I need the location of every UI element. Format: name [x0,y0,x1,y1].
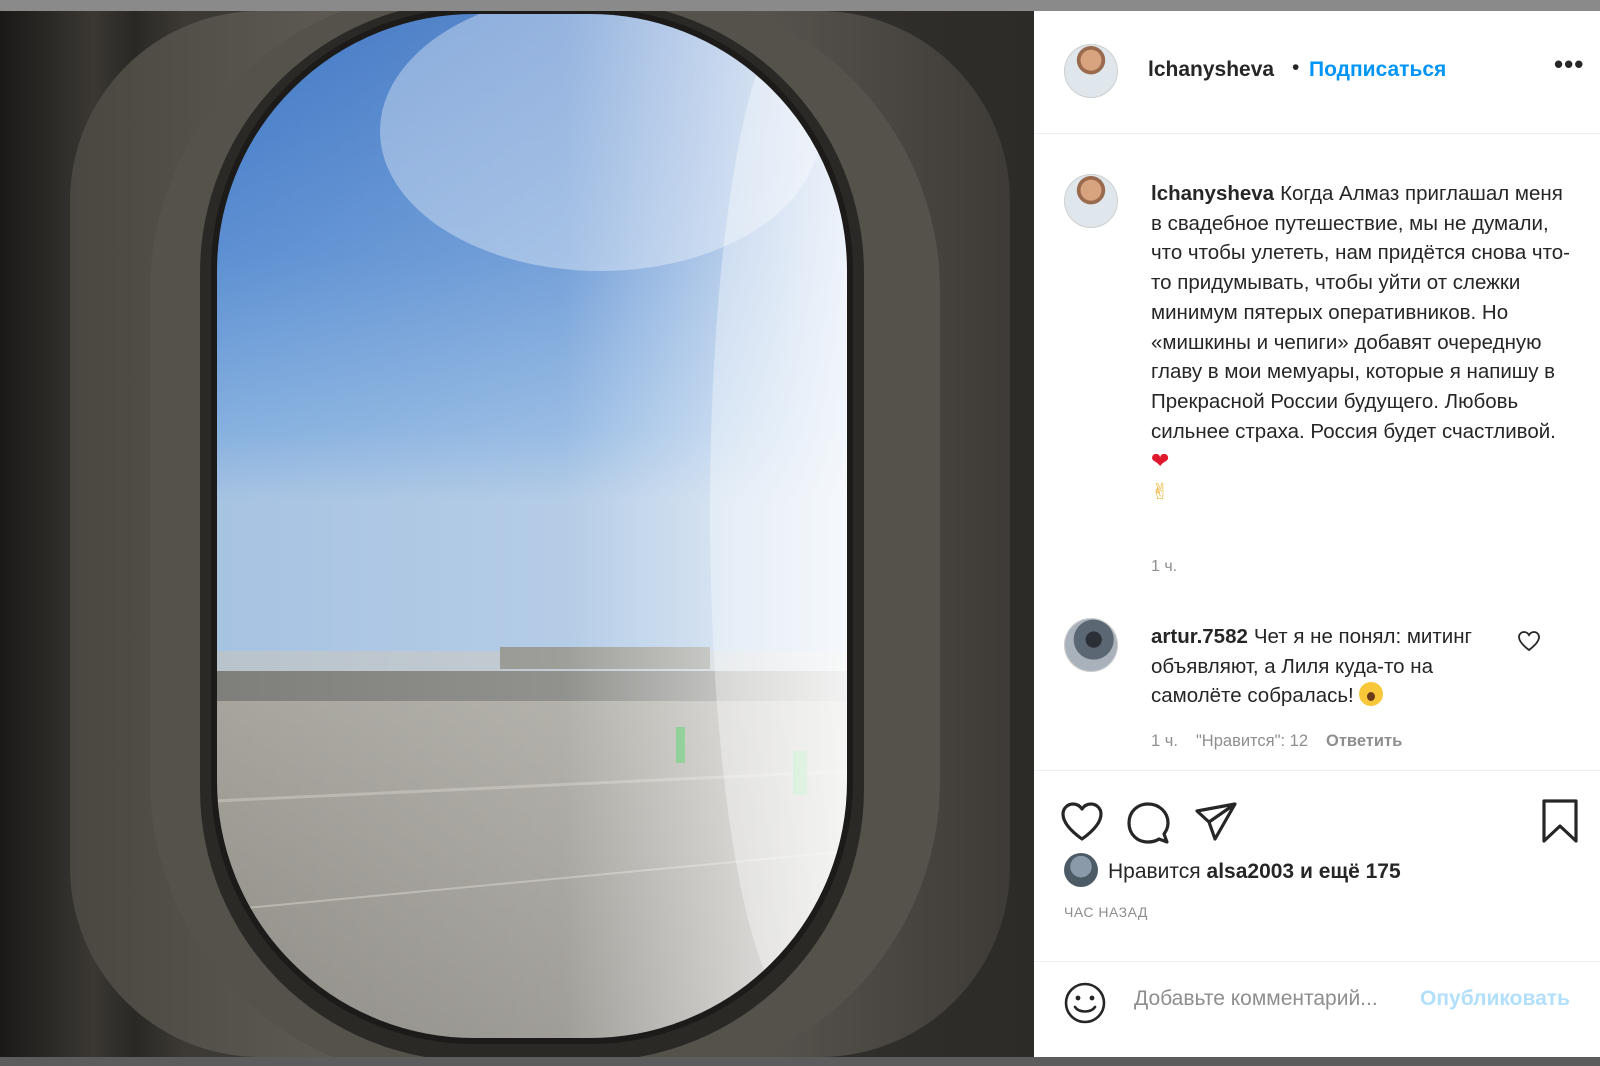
caption-timestamp[interactable]: 1 ч. [1151,558,1177,576]
bookmark-icon[interactable] [1540,798,1580,844]
likes-count[interactable]: и ещё 175 [1300,860,1401,883]
caption-text: Когда Алмаз приглашал меня в свадебное п… [1151,182,1570,443]
post-photo [0,11,1034,1057]
top-frame-strip [0,0,1600,11]
comment-input[interactable]: Добавьте комментарий... [1134,987,1378,1011]
more-icon[interactable]: ••• [1554,49,1584,80]
comment-like-icon[interactable] [1517,630,1541,652]
reply-button[interactable]: Ответить [1326,732,1402,750]
bottom-frame-strip [0,1057,1600,1066]
caption-author-avatar[interactable] [1064,174,1118,228]
likes-summary: Нравится alsa2003 и ещё 175 [1064,853,1401,887]
victory-hand-emoji: ✌ [1151,479,1170,505]
caption-username[interactable]: lchanysheva [1151,182,1274,205]
author-username[interactable]: lchanysheva [1148,58,1274,82]
astonished-face-emoji [1359,682,1384,707]
liker-username[interactable]: alsa2003 [1207,860,1295,883]
post-caption: lchanysheva Когда Алмаз приглашал меня в … [1151,179,1571,508]
commenter-username[interactable]: artur.7582 [1151,625,1248,648]
comment-icon[interactable] [1126,801,1170,845]
likes-prefix: Нравится [1108,860,1201,883]
red-heart-emoji: ❤ [1151,448,1170,474]
post-header: lchanysheva • Подписаться ••• [1034,11,1600,134]
publish-button[interactable]: Опубликовать [1420,987,1570,1011]
comment-likes[interactable]: "Нравится": 12 [1196,732,1308,750]
post-side-panel: lchanysheva • Подписаться ••• lchanyshev… [1034,11,1600,1057]
post-actions: Нравится alsa2003 и ещё 175 ЧАС НАЗАД [1034,770,1600,962]
comment-timestamp[interactable]: 1 ч. [1151,732,1178,750]
share-icon[interactable] [1194,801,1238,843]
comment-meta: 1 ч. "Нравится": 12 Ответить [1151,732,1420,751]
airplane-window-image [70,11,1010,1057]
follow-button[interactable]: Подписаться [1309,58,1446,82]
liker-avatar[interactable] [1064,853,1098,887]
author-avatar[interactable] [1064,44,1118,98]
heart-icon[interactable] [1060,801,1104,843]
comment-composer: Добавьте комментарий... Опубликовать [1034,961,1600,1057]
post-age[interactable]: ЧАС НАЗАД [1064,904,1148,920]
smile-icon[interactable] [1062,980,1108,1026]
comment: artur.7582 Чет я не понял: митинг объявля… [1151,622,1521,711]
header-separator: • [1292,56,1300,79]
commenter-avatar[interactable] [1064,618,1118,672]
